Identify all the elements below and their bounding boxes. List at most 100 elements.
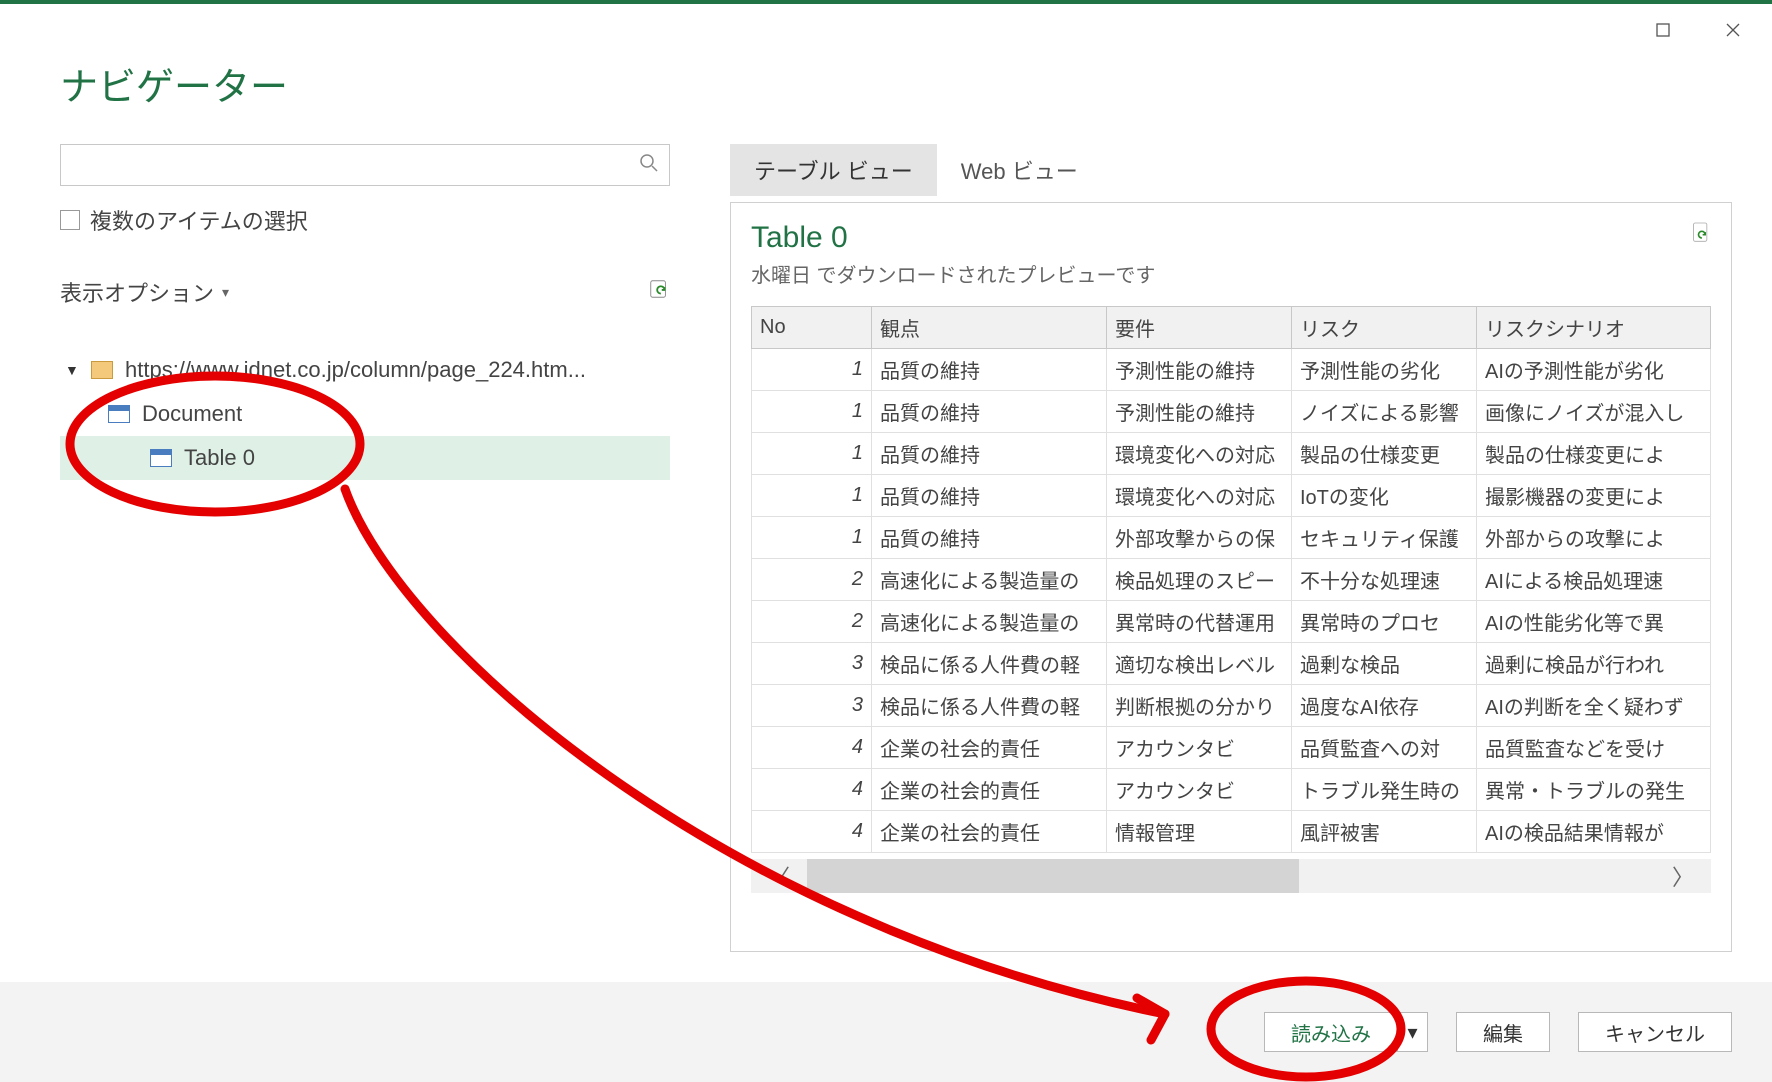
cell-risk: 不十分な処理速 <box>1292 559 1477 601</box>
cell-requirement: 外部攻撃からの保 <box>1107 517 1292 559</box>
cell-viewpoint: 品質の維持 <box>872 391 1107 433</box>
cell-risk: ノイズによる影響 <box>1292 391 1477 433</box>
scroll-left-button[interactable]: 〈 <box>751 860 807 892</box>
cell-risk: 風評被害 <box>1292 811 1477 853</box>
close-button[interactable] <box>1712 14 1754 46</box>
cell-risk: 異常時のプロセ <box>1292 601 1477 643</box>
cell-viewpoint: 検品に係る人件費の軽 <box>872 685 1107 727</box>
multiselect-row[interactable]: 複数のアイテムの選択 <box>60 204 670 236</box>
collapse-icon[interactable]: ▼ <box>65 362 79 378</box>
scroll-track[interactable] <box>807 859 1655 893</box>
refresh-tree-button[interactable] <box>648 278 670 306</box>
tree-table0-label: Table 0 <box>184 445 255 471</box>
col-viewpoint[interactable]: 観点 <box>872 307 1107 349</box>
cell-scenario: 撮影機器の変更によ <box>1477 475 1711 517</box>
refresh-preview-button[interactable] <box>1691 221 1711 250</box>
cell-viewpoint: 高速化による製造量の <box>872 601 1107 643</box>
tab-table-view[interactable]: テーブル ビュー <box>730 144 937 196</box>
folder-icon <box>91 361 113 379</box>
display-options-label: 表示オプション <box>60 276 214 308</box>
tab-web-view[interactable]: Web ビュー <box>937 144 1102 196</box>
load-button[interactable]: 読み込み <box>1264 1012 1398 1052</box>
cell-no: 2 <box>752 601 872 643</box>
cell-no: 2 <box>752 559 872 601</box>
cell-viewpoint: 品質の維持 <box>872 517 1107 559</box>
cell-requirement: 予測性能の維持 <box>1107 391 1292 433</box>
cell-viewpoint: 品質の維持 <box>872 349 1107 391</box>
table-row[interactable]: 4企業の社会的責任情報管理風評被害AIの検品結果情報が <box>752 811 1711 853</box>
cell-risk: セキュリティ保護 <box>1292 517 1477 559</box>
cell-requirement: アカウンタビ <box>1107 769 1292 811</box>
cell-risk: 製品の仕様変更 <box>1292 433 1477 475</box>
cell-scenario: 異常・トラブルの発生 <box>1477 769 1711 811</box>
horizontal-scrollbar[interactable]: 〈 〉 <box>751 859 1711 893</box>
preview-subtitle: 水曜日 でダウンロードされたプレビューです <box>751 259 1711 288</box>
cancel-button[interactable]: キャンセル <box>1578 1012 1732 1052</box>
table-row[interactable]: 1品質の維持環境変化への対応製品の仕様変更製品の仕様変更によ <box>752 433 1711 475</box>
cell-no: 3 <box>752 643 872 685</box>
load-dropdown-button[interactable]: ▾ <box>1398 1012 1428 1052</box>
col-requirement[interactable]: 要件 <box>1107 307 1292 349</box>
tree-root-label: https://www.idnet.co.jp/column/page_224.… <box>125 357 586 383</box>
col-scenario[interactable]: リスクシナリオ <box>1477 307 1711 349</box>
table-row[interactable]: 1品質の維持予測性能の維持ノイズによる影響画像にノイズが混入し <box>752 391 1711 433</box>
cell-no: 1 <box>752 349 872 391</box>
table-row[interactable]: 1品質の維持環境変化への対応IoTの変化撮影機器の変更によ <box>752 475 1711 517</box>
cell-scenario: AIの予測性能が劣化 <box>1477 349 1711 391</box>
cell-viewpoint: 企業の社会的責任 <box>872 811 1107 853</box>
dialog-title: ナビゲーター <box>60 56 288 111</box>
cell-scenario: 画像にノイズが混入し <box>1477 391 1711 433</box>
cell-scenario: 製品の仕様変更によ <box>1477 433 1711 475</box>
navigator-tree: ▼ https://www.idnet.co.jp/column/page_22… <box>60 348 670 480</box>
cell-no: 1 <box>752 391 872 433</box>
cell-risk: 品質監査への対 <box>1292 727 1477 769</box>
table-row[interactable]: 4企業の社会的責任アカウンタビトラブル発生時の異常・トラブルの発生 <box>752 769 1711 811</box>
cell-no: 1 <box>752 517 872 559</box>
cell-requirement: 判断根拠の分かり <box>1107 685 1292 727</box>
right-panel: テーブル ビュー Web ビュー Table 0 水曜日 でダウンロードされたプ… <box>730 144 1732 952</box>
col-risk[interactable]: リスク <box>1292 307 1477 349</box>
maximize-button[interactable] <box>1642 14 1684 46</box>
cell-no: 4 <box>752 769 872 811</box>
cell-viewpoint: 高速化による製造量の <box>872 559 1107 601</box>
table-row[interactable]: 1品質の維持予測性能の維持予測性能の劣化AIの予測性能が劣化 <box>752 349 1711 391</box>
cell-no: 4 <box>752 811 872 853</box>
cell-scenario: 品質監査などを受け <box>1477 727 1711 769</box>
table-row[interactable]: 3検品に係る人件費の軽判断根拠の分かり過度なAI依存AIの判断を全く疑わず <box>752 685 1711 727</box>
col-no[interactable]: No <box>752 307 872 349</box>
cell-requirement: 異常時の代替運用 <box>1107 601 1292 643</box>
cell-risk: IoTの変化 <box>1292 475 1477 517</box>
search-input[interactable] <box>71 154 639 177</box>
cell-scenario: AIの性能劣化等で異 <box>1477 601 1711 643</box>
cell-no: 1 <box>752 475 872 517</box>
table-row[interactable]: 2高速化による製造量の検品処理のスピー不十分な処理速AIによる検品処理速 <box>752 559 1711 601</box>
cell-risk: トラブル発生時の <box>1292 769 1477 811</box>
table-row[interactable]: 1品質の維持外部攻撃からの保セキュリティ保護外部からの攻撃によ <box>752 517 1711 559</box>
tree-document-node[interactable]: Document <box>60 392 670 436</box>
table-row[interactable]: 4企業の社会的責任アカウンタビ品質監査への対品質監査などを受け <box>752 727 1711 769</box>
left-panel: 複数のアイテムの選択 表示オプション ▾ ▼ https://www.idnet… <box>60 144 670 480</box>
cell-viewpoint: 検品に係る人件費の軽 <box>872 643 1107 685</box>
cell-requirement: アカウンタビ <box>1107 727 1292 769</box>
cell-viewpoint: 企業の社会的責任 <box>872 769 1107 811</box>
cell-scenario: 過剰に検品が行われ <box>1477 643 1711 685</box>
cell-scenario: AIの検品結果情報が <box>1477 811 1711 853</box>
edit-button[interactable]: 編集 <box>1456 1012 1550 1052</box>
multiselect-checkbox[interactable] <box>60 210 80 230</box>
tree-table0-node[interactable]: Table 0 <box>60 436 670 480</box>
cell-requirement: 環境変化への対応 <box>1107 475 1292 517</box>
search-box[interactable] <box>60 144 670 186</box>
table-row[interactable]: 2高速化による製造量の異常時の代替運用異常時のプロセAIの性能劣化等で異 <box>752 601 1711 643</box>
scroll-thumb[interactable] <box>807 859 1299 893</box>
cell-risk: 過度なAI依存 <box>1292 685 1477 727</box>
table-icon <box>108 405 130 423</box>
table-row[interactable]: 3検品に係る人件費の軽適切な検出レベル過剰な検品過剰に検品が行われ <box>752 643 1711 685</box>
cell-viewpoint: 品質の維持 <box>872 475 1107 517</box>
navigator-dialog: ナビゲーター 複数のアイテムの選択 表示オプション ▾ ▼ <box>0 0 1772 1082</box>
cell-risk: 予測性能の劣化 <box>1292 349 1477 391</box>
cell-no: 4 <box>752 727 872 769</box>
display-options-dropdown[interactable]: 表示オプション ▾ <box>60 276 229 308</box>
tree-document-label: Document <box>142 401 242 427</box>
scroll-right-button[interactable]: 〉 <box>1655 860 1711 892</box>
tree-root-node[interactable]: ▼ https://www.idnet.co.jp/column/page_22… <box>60 348 670 392</box>
